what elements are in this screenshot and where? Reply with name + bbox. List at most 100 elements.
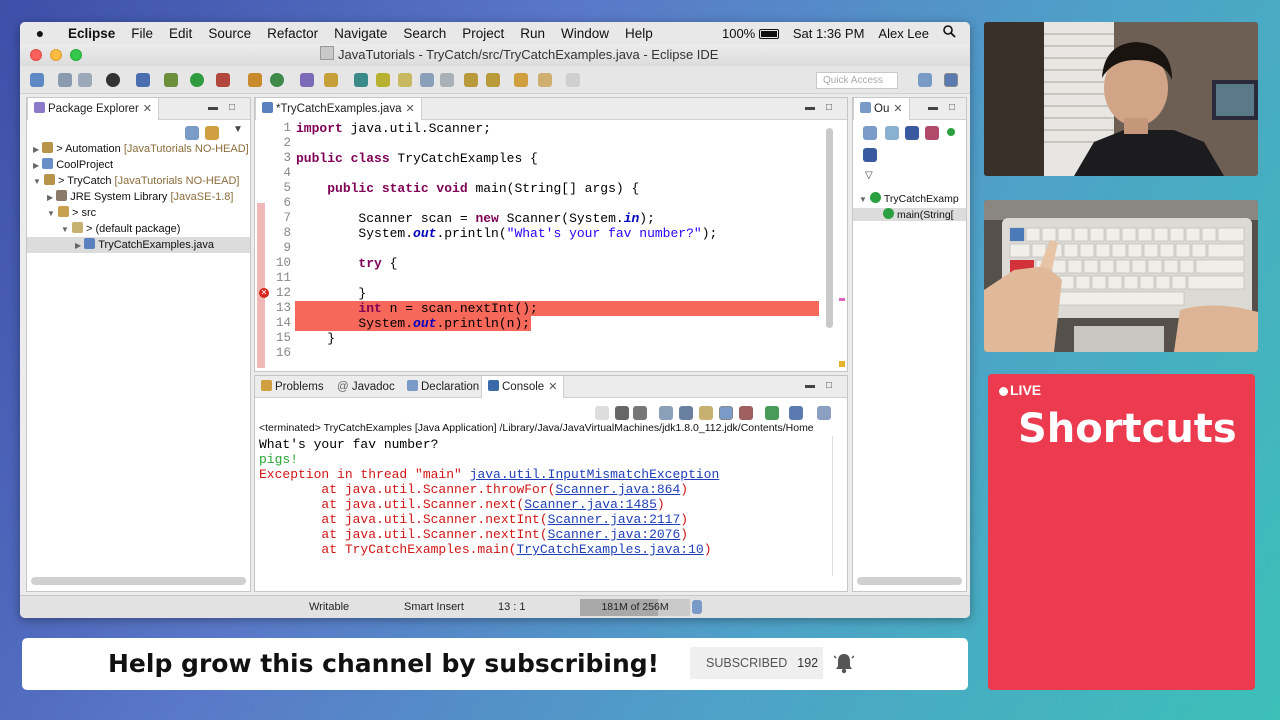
menu-edit[interactable]: Edit [161,26,200,41]
maximize-editor-icon[interactable]: □ [826,102,832,113]
stack-link[interactable]: Scanner.java:864 [555,482,680,497]
menubar-clock[interactable]: Sat 1:36 PM [793,26,865,41]
tree-item-src[interactable]: ▼ > src [47,205,96,221]
show-on-stdout-icon[interactable] [719,406,733,420]
mark-occurrences-icon[interactable] [354,73,368,87]
open-type-icon[interactable] [300,73,314,87]
last-edit-location-icon[interactable] [514,73,528,87]
hide-fields-icon[interactable] [905,126,919,140]
code-line-15[interactable]: } [296,331,335,346]
back-icon[interactable] [538,73,552,87]
menu-file[interactable]: File [123,26,161,41]
code-line-5[interactable]: public static void main(String[] args) { [296,181,639,196]
view-menu-icon[interactable]: ▼ [233,124,243,135]
outline-item-class[interactable]: ▼ TryCatchExamp [859,192,959,205]
skip-breakpoints-icon[interactable] [136,73,150,87]
spotlight-search-icon[interactable] [943,25,956,41]
tab-problems[interactable]: Problems [255,376,330,398]
minimize-window-button[interactable] [50,49,62,61]
maximize-outline-icon[interactable]: □ [949,102,955,113]
profile-icon[interactable] [106,73,120,87]
close-tab-icon[interactable]: ✕ [405,103,414,115]
code-line-3[interactable]: public class TryCatchExamples { [296,151,538,166]
new-java-package-icon[interactable] [248,73,262,87]
java-perspective-icon[interactable] [944,73,958,87]
menubar-user[interactable]: Alex Lee [878,26,929,41]
external-tools-icon[interactable] [216,73,230,87]
maximize-view-icon[interactable]: □ [229,102,235,113]
new-icon[interactable] [30,73,44,87]
next-annotation-icon[interactable] [464,73,478,87]
tree-item-coolproject[interactable]: ▶ CoolProject [33,157,113,173]
outline-item-main[interactable]: main(String[ [853,208,966,221]
notification-bell-icon[interactable] [834,652,854,674]
toggle-breadcrumb-icon[interactable] [376,73,390,87]
minimize-view-icon[interactable]: ▬ [208,102,218,113]
menu-run[interactable]: Run [512,26,553,41]
tree-item-trycatch[interactable]: ▼ > TryCatch [JavaTutorials NO-HEAD] [33,173,239,189]
word-wrap-console-icon[interactable] [699,406,713,420]
menu-search[interactable]: Search [395,26,454,41]
menu-help[interactable]: Help [617,26,661,41]
remove-launch-icon[interactable] [615,406,629,420]
menu-navigate[interactable]: Navigate [326,26,395,41]
open-console-icon[interactable] [817,406,831,420]
tree-item-default-package[interactable]: ▼ > (default package) [61,221,180,237]
quick-access-input[interactable]: Quick Access [816,72,898,89]
overview-ruler-marker[interactable] [839,298,845,301]
code-line-12[interactable]: } [296,286,366,301]
open-perspective-icon[interactable] [918,73,932,87]
close-tab-icon[interactable]: ✕ [143,103,152,115]
code-line-13[interactable]: int n = scan.nextInt(); [296,301,537,316]
code-line-8[interactable]: System.out.println("What's your fav numb… [296,226,717,241]
stack-link[interactable]: TryCatchExamples.java:10 [516,542,703,557]
new-java-class-icon[interactable] [270,73,284,87]
minimize-console-icon[interactable]: ▬ [805,380,815,391]
display-console-icon[interactable] [789,406,803,420]
forward-icon[interactable] [566,73,580,87]
tree-item-jre-library[interactable]: ▶ JRE System Library [JavaSE-1.8] [47,189,233,205]
horizontal-scrollbar[interactable] [31,577,246,585]
code-line-1[interactable]: import java.util.Scanner; [296,121,491,136]
previous-annotation-icon[interactable] [486,73,500,87]
error-icon[interactable]: ✕ [259,288,269,298]
code-line-10[interactable]: try { [296,256,397,271]
tree-item-automation[interactable]: ▶ > Automation [JavaTutorials NO-HEAD] [33,141,249,157]
sort-icon[interactable] [885,126,899,140]
editor-vertical-scrollbar[interactable] [826,128,833,328]
menu-eclipse[interactable]: Eclipse [60,26,123,41]
hide-local-types-icon[interactable] [863,148,877,162]
tab-package-explorer[interactable]: Package Explorer ✕ [27,98,159,120]
apple-icon[interactable]: ● [20,25,60,41]
collapse-all-icon[interactable] [185,126,199,140]
run-icon[interactable] [190,73,204,87]
menu-refactor[interactable]: Refactor [259,26,326,41]
overview-ruler-warning[interactable] [839,361,845,367]
show-whitespace-icon[interactable] [440,73,454,87]
close-window-button[interactable] [30,49,42,61]
debug-icon[interactable] [164,73,178,87]
tab-javadoc[interactable]: @ Javadoc [331,376,401,398]
code-line-14[interactable]: System.out.println(n); [296,316,530,331]
tab-trycatchexamples[interactable]: *TryCatchExamples.java ✕ [255,98,422,120]
close-tab-icon[interactable]: ✕ [893,103,902,115]
tree-item-trycatchexamples-java[interactable]: ▶ TryCatchExamples.java [27,237,250,253]
block-selection-icon[interactable] [398,73,412,87]
console-scroll-track[interactable] [832,436,833,576]
menu-source[interactable]: Source [200,26,259,41]
hide-nonpublic-icon[interactable] [947,128,955,136]
menu-project[interactable]: Project [454,26,512,41]
pin-console-icon[interactable] [765,406,779,420]
stack-link[interactable]: Scanner.java:2076 [548,527,681,542]
scroll-lock-icon[interactable] [679,406,693,420]
save-all-icon[interactable] [78,73,92,87]
link-with-editor-icon[interactable] [205,126,219,140]
collapse-all-outline-icon[interactable] [863,126,877,140]
outline-menu-icon[interactable]: ▽ [865,170,873,181]
remove-all-terminated-icon[interactable] [633,406,647,420]
word-wrap-icon[interactable] [420,73,434,87]
minimize-outline-icon[interactable]: ▬ [928,102,938,113]
terminate-icon[interactable] [595,406,609,420]
exception-link[interactable]: java.util.InputMismatchException [470,467,720,482]
maximize-console-icon[interactable]: □ [826,380,832,391]
